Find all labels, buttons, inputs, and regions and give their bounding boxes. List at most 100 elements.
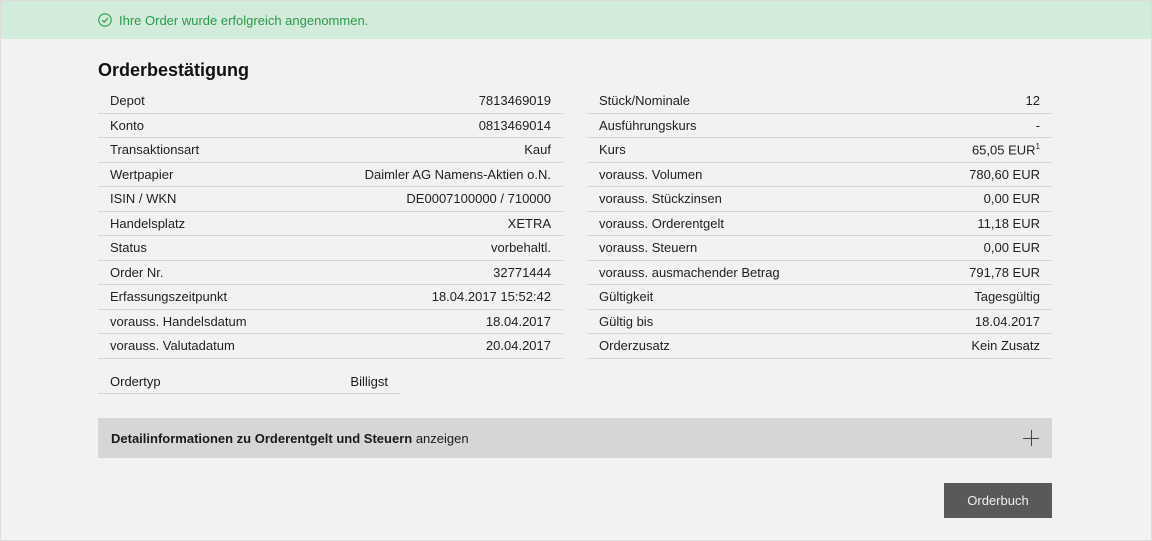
detail-row: vorauss. Steuern 0,00 EUR (587, 236, 1052, 261)
detail-value-text: Kauf (524, 142, 551, 158)
detail-value: 18.04.2017 (975, 314, 1040, 329)
detail-row: Depot 7813469019 (98, 89, 563, 114)
detail-value-text: Kein Zusatz (971, 338, 1040, 354)
detail-value: Kein Zusatz (971, 338, 1040, 353)
detail-info-toggle[interactable]: Detailinformationen zu Orderentgelt und … (98, 418, 1052, 458)
detail-label: Konto (110, 117, 144, 133)
success-message: Ihre Order wurde erfolgreich angenommen. (119, 12, 369, 28)
order-details-right: Stück/Nominale 12 Ausführungskurs - Kurs 65,0… (587, 89, 1052, 359)
detail-row: vorauss. Stückzinsen 0,00 EUR (587, 187, 1052, 212)
detail-row: Konto 0813469014 (98, 114, 563, 138)
detail-value: 18.04.2017 15:52:42 (432, 289, 551, 304)
detail-info-text: anzeigen (412, 430, 469, 446)
detail-value: 0,00 EUR (984, 240, 1040, 255)
detail-value-text: 65,05 EUR (971, 142, 1036, 158)
detail-value-text: 18.04.2017 (974, 313, 1040, 329)
detail-value: 11,18 EUR (977, 216, 1040, 231)
detail-value-text: 0813469014 (478, 117, 551, 133)
check-circle-icon (98, 13, 112, 27)
detail-value-text: 18.04.2017 (485, 313, 551, 329)
detail-value-text: 20.04.2017 (485, 338, 551, 354)
detail-row: Order Nr. 32771444 (98, 261, 563, 285)
detail-value-text: 7813469019 (478, 93, 551, 109)
detail-value-text: 0,00 EUR (983, 191, 1040, 207)
detail-label: Transaktionsart (110, 142, 200, 158)
detail-value: Tagesgültig (974, 289, 1040, 304)
detail-label: Orderzusatz (599, 338, 670, 354)
detail-value-text: vorbehaltl. (491, 240, 551, 256)
detail-label: Status (110, 240, 147, 256)
detail-value: 0,00 EUR (984, 191, 1040, 206)
orderbuch-button[interactable]: Orderbuch (944, 483, 1052, 518)
page-title: Orderbestätigung (98, 60, 250, 80)
detail-value: vorbehaltl. (491, 240, 551, 255)
detail-label: vorauss. Orderentgelt (599, 215, 725, 231)
detail-row: Orderzusatz Kein Zusatz (587, 334, 1052, 359)
detail-value-text: 11,18 EUR (977, 215, 1040, 231)
detail-row: vorauss. Handelsdatum 18.04.2017 (98, 310, 563, 334)
detail-row: Stück/Nominale 12 (587, 89, 1052, 114)
detail-label: vorauss. Steuern (599, 240, 698, 256)
detail-value: Kauf (524, 142, 551, 157)
detail-row: Erfassungszeitpunkt 18.04.2017 15:52:42 (98, 285, 563, 310)
detail-label: Ausführungskurs (599, 117, 697, 133)
detail-value: DE0007100000 / 710000 (406, 191, 551, 206)
detail-info-bold-text: Detailinformationen zu Orderentgelt und … (111, 430, 413, 446)
detail-value: Daimler AG Namens-Aktien o.N. (365, 167, 551, 182)
success-banner: Ihre Order wurde erfolgreich angenommen. (1, 1, 1151, 39)
detail-label: vorauss. Stückzinsen (599, 191, 722, 207)
detail-label: Depot (110, 93, 145, 109)
ordertyp-row: Ordertyp Billigst (98, 369, 400, 394)
detail-value: XETRA (508, 216, 551, 231)
footnote-marker: 1 (1035, 142, 1040, 152)
order-details-left: Depot 7813469019 Konto 0813469014 Transaktio… (98, 89, 563, 359)
detail-row: Transaktionsart Kauf (98, 138, 563, 163)
detail-label: Gültigkeit (599, 289, 654, 305)
detail-value: Billigst (350, 373, 388, 389)
detail-value-text: Tagesgültig (974, 289, 1040, 305)
plus-icon[interactable] (1023, 430, 1039, 446)
detail-value-text: 791,78 EUR (969, 264, 1040, 280)
detail-value-text: 0,00 EUR (983, 240, 1040, 256)
detail-value-text: XETRA (507, 215, 551, 231)
detail-value-text: 780,60 EUR (969, 166, 1040, 182)
detail-value: 0813469014 (479, 118, 551, 133)
detail-row: vorauss. Orderentgelt 11,18 EUR (587, 212, 1052, 236)
detail-row: vorauss. Volumen 780,60 EUR (587, 163, 1052, 187)
detail-row: Handelsplatz XETRA (98, 212, 563, 236)
detail-value: 12 (1026, 93, 1040, 108)
detail-label: Wertpapier (110, 166, 174, 182)
detail-row: Wertpapier Daimler AG Namens-Aktien o.N. (98, 163, 563, 187)
detail-label: vorauss. Valutadatum (110, 338, 235, 354)
detail-info-label: Detailinformationen zu Orderentgelt und … (111, 431, 469, 446)
detail-label: Stück/Nominale (599, 93, 691, 109)
detail-value: 65,05 EUR1 (972, 142, 1040, 157)
detail-value: 7813469019 (479, 93, 551, 108)
detail-value: 791,78 EUR (969, 265, 1040, 280)
detail-label: vorauss. Volumen (599, 166, 703, 182)
detail-value: - (1036, 118, 1040, 133)
detail-value-text: 12 (1025, 93, 1040, 109)
detail-label: Erfassungszeitpunkt (110, 289, 228, 305)
detail-value: 780,60 EUR (969, 167, 1040, 182)
detail-row: Gültigkeit Tagesgültig (587, 285, 1052, 310)
detail-value-text: - (1035, 117, 1040, 133)
detail-value-text: 18.04.2017 15:52:42 (431, 289, 551, 305)
detail-label: Handelsplatz (110, 215, 186, 231)
detail-label: Kurs (599, 142, 626, 158)
detail-value: 18.04.2017 (486, 314, 551, 329)
detail-row: Gültig bis 18.04.2017 (587, 310, 1052, 334)
detail-row: Ausführungskurs - (587, 114, 1052, 138)
detail-row: ISIN / WKN DE0007100000 / 710000 (98, 187, 563, 212)
detail-value-text: 32771444 (493, 264, 551, 280)
detail-row: vorauss. Valutadatum 20.04.2017 (98, 334, 563, 359)
detail-label: Order Nr. (110, 264, 164, 280)
detail-row: vorauss. ausmachender Betrag 791,78 EUR (587, 261, 1052, 285)
detail-value: 32771444 (493, 265, 551, 280)
detail-label: Gültig bis (599, 313, 654, 329)
detail-row: Status vorbehaltl. (98, 236, 563, 261)
detail-label: vorauss. Handelsdatum (110, 313, 247, 329)
detail-value: 20.04.2017 (486, 338, 551, 353)
detail-value-text: Daimler AG Namens-Aktien o.N. (364, 166, 551, 182)
detail-value-text: DE0007100000 / 710000 (406, 191, 551, 207)
